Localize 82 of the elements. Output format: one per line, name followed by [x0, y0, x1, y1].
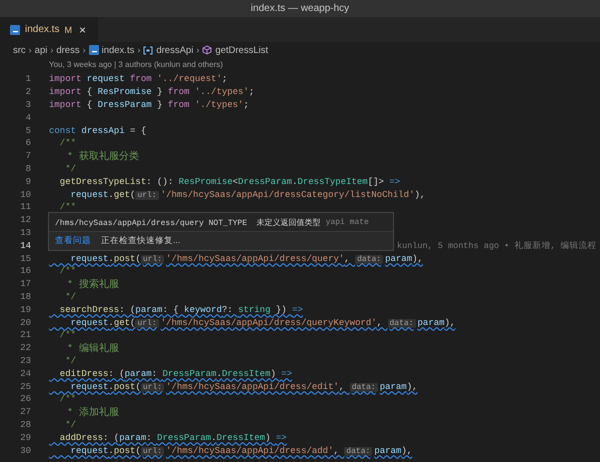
line-number: 8: [24, 164, 31, 174]
typescript-file-icon: [10, 24, 20, 34]
breadcrumb-item[interactable]: dressApi: [156, 44, 194, 56]
chevron-icon: ›: [50, 45, 54, 55]
code-line: searchDress: (param: { keyword?: string }) =>: [58, 304, 303, 315]
line-number: 5: [24, 126, 31, 136]
line-number: 12: [19, 215, 31, 226]
code-line: */: [64, 356, 76, 366]
variable-icon: [143, 46, 154, 54]
line-number: 26: [19, 394, 31, 404]
code-line: import { ResPromise } from '../types';: [49, 87, 254, 98]
line-number: 19: [19, 304, 31, 315]
line-number: 9: [24, 176, 31, 187]
code-line: /**: [58, 330, 76, 340]
code-line: * 添加礼服: [66, 406, 120, 420]
line-number: 24: [19, 368, 31, 379]
window-title: index.ts — weapp-hcy: [250, 3, 350, 14]
code-line: request.get( url: '/hms/hcySaas/appApi/dress/queryKeyword', data: param),: [70, 318, 456, 328]
line-number: 1: [24, 74, 31, 84]
view-problem-link[interactable]: 查看问题: [55, 235, 91, 247]
cube-icon: [202, 45, 212, 55]
line-number: 15: [19, 254, 31, 264]
line-number: 29: [19, 432, 31, 443]
breadcrumb-item[interactable]: api: [34, 44, 48, 56]
chevron-icon: ›: [196, 45, 200, 55]
code-line: const dressApi = {: [49, 126, 146, 136]
chevron-icon: ›: [28, 45, 32, 55]
code-line: /**: [58, 394, 76, 404]
code-line: addDress: (param: DressParam.DressItem) =>: [58, 432, 287, 443]
problem-message: /hms/hcySaas/appApi/dress/query NOT_TYPE 未定义返回值类型: [55, 218, 321, 228]
line-number: 21: [19, 330, 31, 340]
chevron-icon: ›: [82, 45, 86, 55]
code-line: request.post( url: '/hms/hcySaas/appApi/dress/add', data: param),: [70, 446, 412, 456]
breadcrumb-item[interactable]: index.ts: [102, 44, 134, 56]
quick-fix-status-text: 正在检查快速修复...: [101, 235, 180, 247]
problem-source: yapi mate: [326, 218, 369, 226]
code-line: import { DressParam } from './types';: [49, 100, 249, 110]
code-line: request.post( url: '/hms/hcySaas/appApi/dress/edit', data: param),: [70, 382, 418, 392]
line-number: 17: [19, 279, 31, 290]
code-line: import request from '../request';: [49, 74, 228, 84]
code-line: * 编辑礼服: [66, 342, 120, 356]
code-line: */: [64, 164, 76, 174]
breadcrumb-item[interactable]: getDressList: [215, 44, 268, 56]
line-number: 4: [24, 112, 31, 123]
code-line: */: [64, 420, 76, 430]
line-number: 27: [19, 407, 31, 418]
code-line: * 获取礼服分类: [66, 150, 140, 164]
line-number: 28: [19, 420, 31, 430]
chevron-icon: ›: [137, 45, 140, 55]
line-number: 30: [19, 446, 31, 456]
line-number: 14: [19, 240, 31, 251]
line-number: 18: [19, 292, 31, 302]
close-button[interactable]: ×: [76, 24, 88, 36]
line-number: 16: [19, 266, 31, 276]
code-line: getDressTypeList: (): ResPromise<DressParam.DressTypeItem[]> =>: [58, 176, 400, 187]
line-number: 3: [24, 100, 31, 110]
code-line: * 搜索礼服: [66, 278, 120, 292]
line-number: 22: [19, 343, 31, 354]
code-line: editDress: (param: DressParam.DressItem) =>: [58, 368, 292, 379]
line-number: 25: [19, 382, 31, 392]
code-line: */: [64, 292, 76, 302]
code-line: request.post( url: '/hms/hcySaas/appApi/dress/query', data: param),: [70, 254, 423, 264]
line-number: 6: [24, 138, 31, 148]
editor-tab[interactable]: index.ts M ×: [0, 17, 98, 42]
modified-label: M: [64, 24, 72, 34]
line-number: 23: [19, 356, 31, 366]
blame-annotation: kunlun, 5 months ago • 礼服新增, 编辑流程: [397, 240, 597, 252]
line-number: 13: [19, 228, 31, 238]
line-number: 10: [19, 190, 31, 200]
typescript-file-icon: [88, 45, 99, 55]
line-number: 7: [24, 151, 31, 162]
line-number: 20: [19, 318, 31, 328]
breadcrumb-item[interactable]: src: [13, 44, 26, 56]
code-line: /**: [58, 138, 76, 148]
code-line: /**: [58, 266, 76, 276]
line-number: 11: [19, 202, 31, 212]
code-line: /**: [58, 202, 76, 212]
codelens-text[interactable]: You, 3 weeks ago | 3 authors (kunlun and others): [49, 60, 223, 68]
code-line: request.get( url: '/hms/hcySaas/appApi/dressCategory/listNoChild'),: [70, 190, 426, 200]
tab-label: index.ts: [25, 24, 60, 35]
line-number: 2: [24, 87, 31, 98]
breadcrumb-item[interactable]: dress: [56, 44, 80, 56]
